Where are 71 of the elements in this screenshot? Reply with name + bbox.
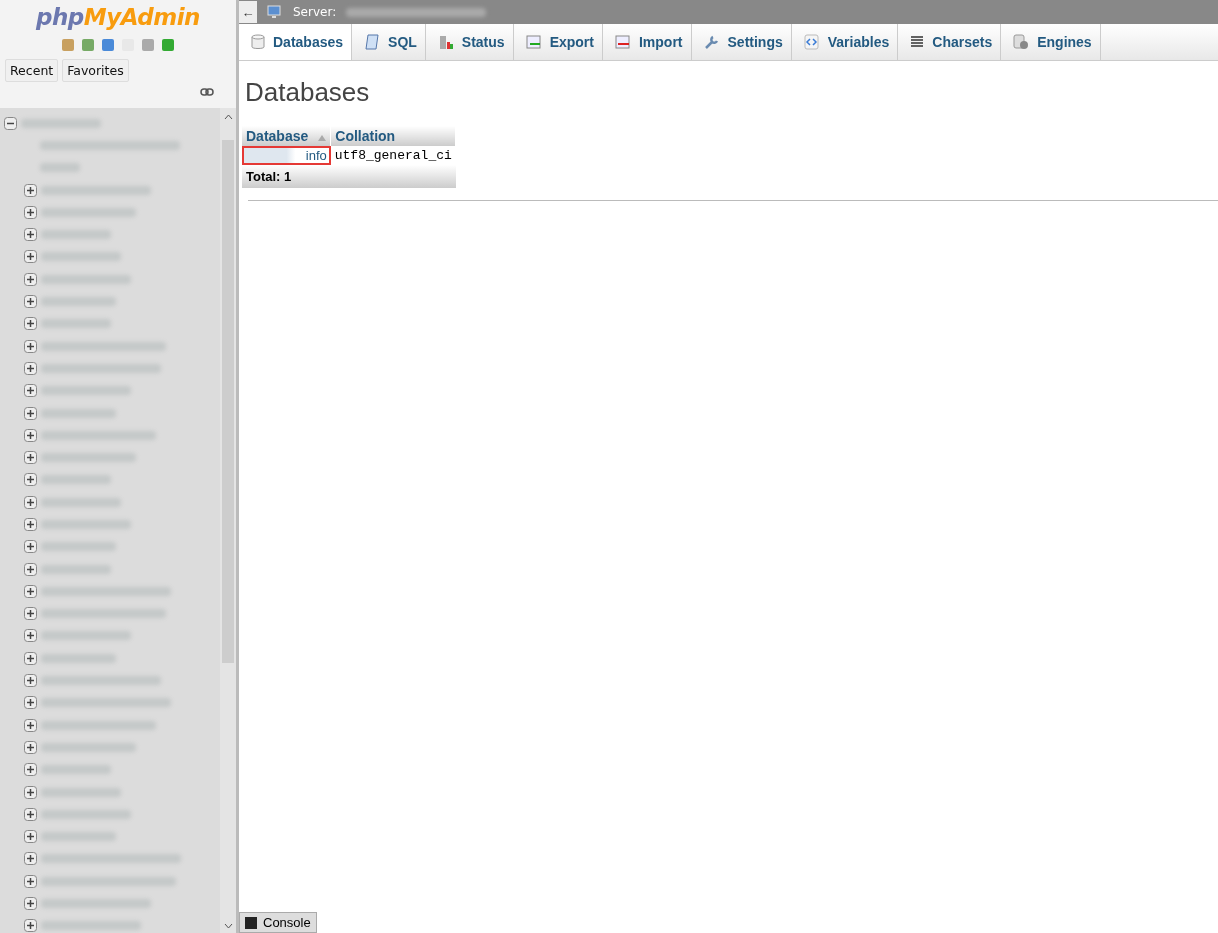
expand-icon[interactable]	[24, 874, 37, 888]
collapse-icon[interactable]	[4, 116, 17, 130]
expand-icon[interactable]	[24, 250, 37, 264]
expand-icon[interactable]	[24, 317, 37, 331]
column-header[interactable]: Collation	[330, 126, 456, 146]
tab[interactable]: Charsets	[898, 24, 1002, 60]
expand-icon[interactable]	[24, 540, 37, 554]
expand-icon[interactable]	[24, 473, 37, 487]
export-icon	[525, 34, 542, 50]
expand-icon[interactable]	[24, 295, 37, 308]
expand-icon[interactable]	[24, 629, 37, 643]
expand-icon[interactable]	[24, 384, 37, 398]
expand-icon[interactable]	[24, 518, 37, 531]
nav-button[interactable]: Recent	[5, 59, 59, 82]
lines-icon	[910, 35, 925, 49]
expand-icon[interactable]	[24, 205, 37, 219]
scrollbar[interactable]	[220, 108, 236, 933]
console-icon	[245, 916, 257, 929]
expand-icon[interactable]	[24, 183, 37, 197]
column-header[interactable]: Database	[242, 126, 331, 146]
table-cell: utf8_general_ci	[330, 146, 456, 165]
wrench-icon	[703, 34, 720, 50]
expand-icon[interactable]	[24, 674, 37, 688]
scroll-up-icon[interactable]	[223, 114, 233, 120]
expand-icon[interactable]	[24, 740, 37, 754]
expand-icon[interactable]	[24, 607, 37, 621]
expand-icon[interactable]	[24, 562, 37, 576]
tab[interactable]: Status	[425, 24, 514, 60]
tab[interactable]: Variables	[791, 24, 899, 60]
total-label: Total: 1	[242, 165, 456, 188]
expand-icon[interactable]	[24, 272, 37, 286]
console-button[interactable]: Console	[239, 912, 317, 933]
tab[interactable]: Settings	[691, 24, 792, 60]
tab[interactable]: Export	[513, 24, 603, 60]
expand-icon[interactable]	[24, 651, 37, 665]
tab[interactable]: Engines	[1001, 24, 1101, 60]
link-icon[interactable]	[200, 88, 214, 96]
expand-icon[interactable]	[24, 807, 37, 821]
back-button[interactable]: ←	[239, 1, 257, 23]
sort-ascending-icon	[318, 135, 327, 141]
tab[interactable]: Databases	[239, 24, 353, 60]
expand-icon[interactable]	[24, 339, 37, 353]
tab[interactable]: Import	[602, 24, 692, 60]
cylinder-icon	[251, 34, 265, 50]
monitor-icon	[267, 5, 283, 19]
server-label[interactable]: Server:	[293, 5, 337, 19]
logo-text[interactable]: phpMyAdmin	[36, 4, 200, 30]
expand-icon[interactable]	[24, 228, 37, 242]
expand-icon[interactable]	[24, 718, 37, 732]
expand-icon[interactable]	[24, 406, 37, 420]
expand-icon[interactable]	[24, 451, 37, 465]
expand-icon[interactable]	[24, 785, 37, 799]
expand-icon[interactable]	[24, 696, 37, 710]
expand-icon[interactable]	[24, 897, 37, 911]
expand-icon[interactable]	[24, 830, 37, 844]
expand-icon[interactable]	[24, 361, 37, 375]
scroll-down-icon[interactable]	[223, 923, 233, 929]
expand-icon[interactable]	[24, 852, 37, 866]
scroll-icon	[364, 34, 381, 50]
expand-icon[interactable]	[24, 919, 37, 933]
expand-icon[interactable]	[24, 428, 37, 442]
bar-chart-icon	[437, 34, 454, 50]
expand-icon[interactable]	[24, 495, 37, 509]
tab[interactable]: SQL	[352, 24, 426, 60]
page-heading: Databases	[245, 77, 371, 108]
code-brackets-icon	[803, 34, 820, 50]
database-link[interactable]: info	[242, 146, 331, 165]
expand-icon[interactable]	[24, 763, 37, 777]
nav-button[interactable]: Favorites	[62, 59, 129, 82]
expand-icon[interactable]	[24, 584, 37, 598]
import-icon	[614, 34, 631, 50]
